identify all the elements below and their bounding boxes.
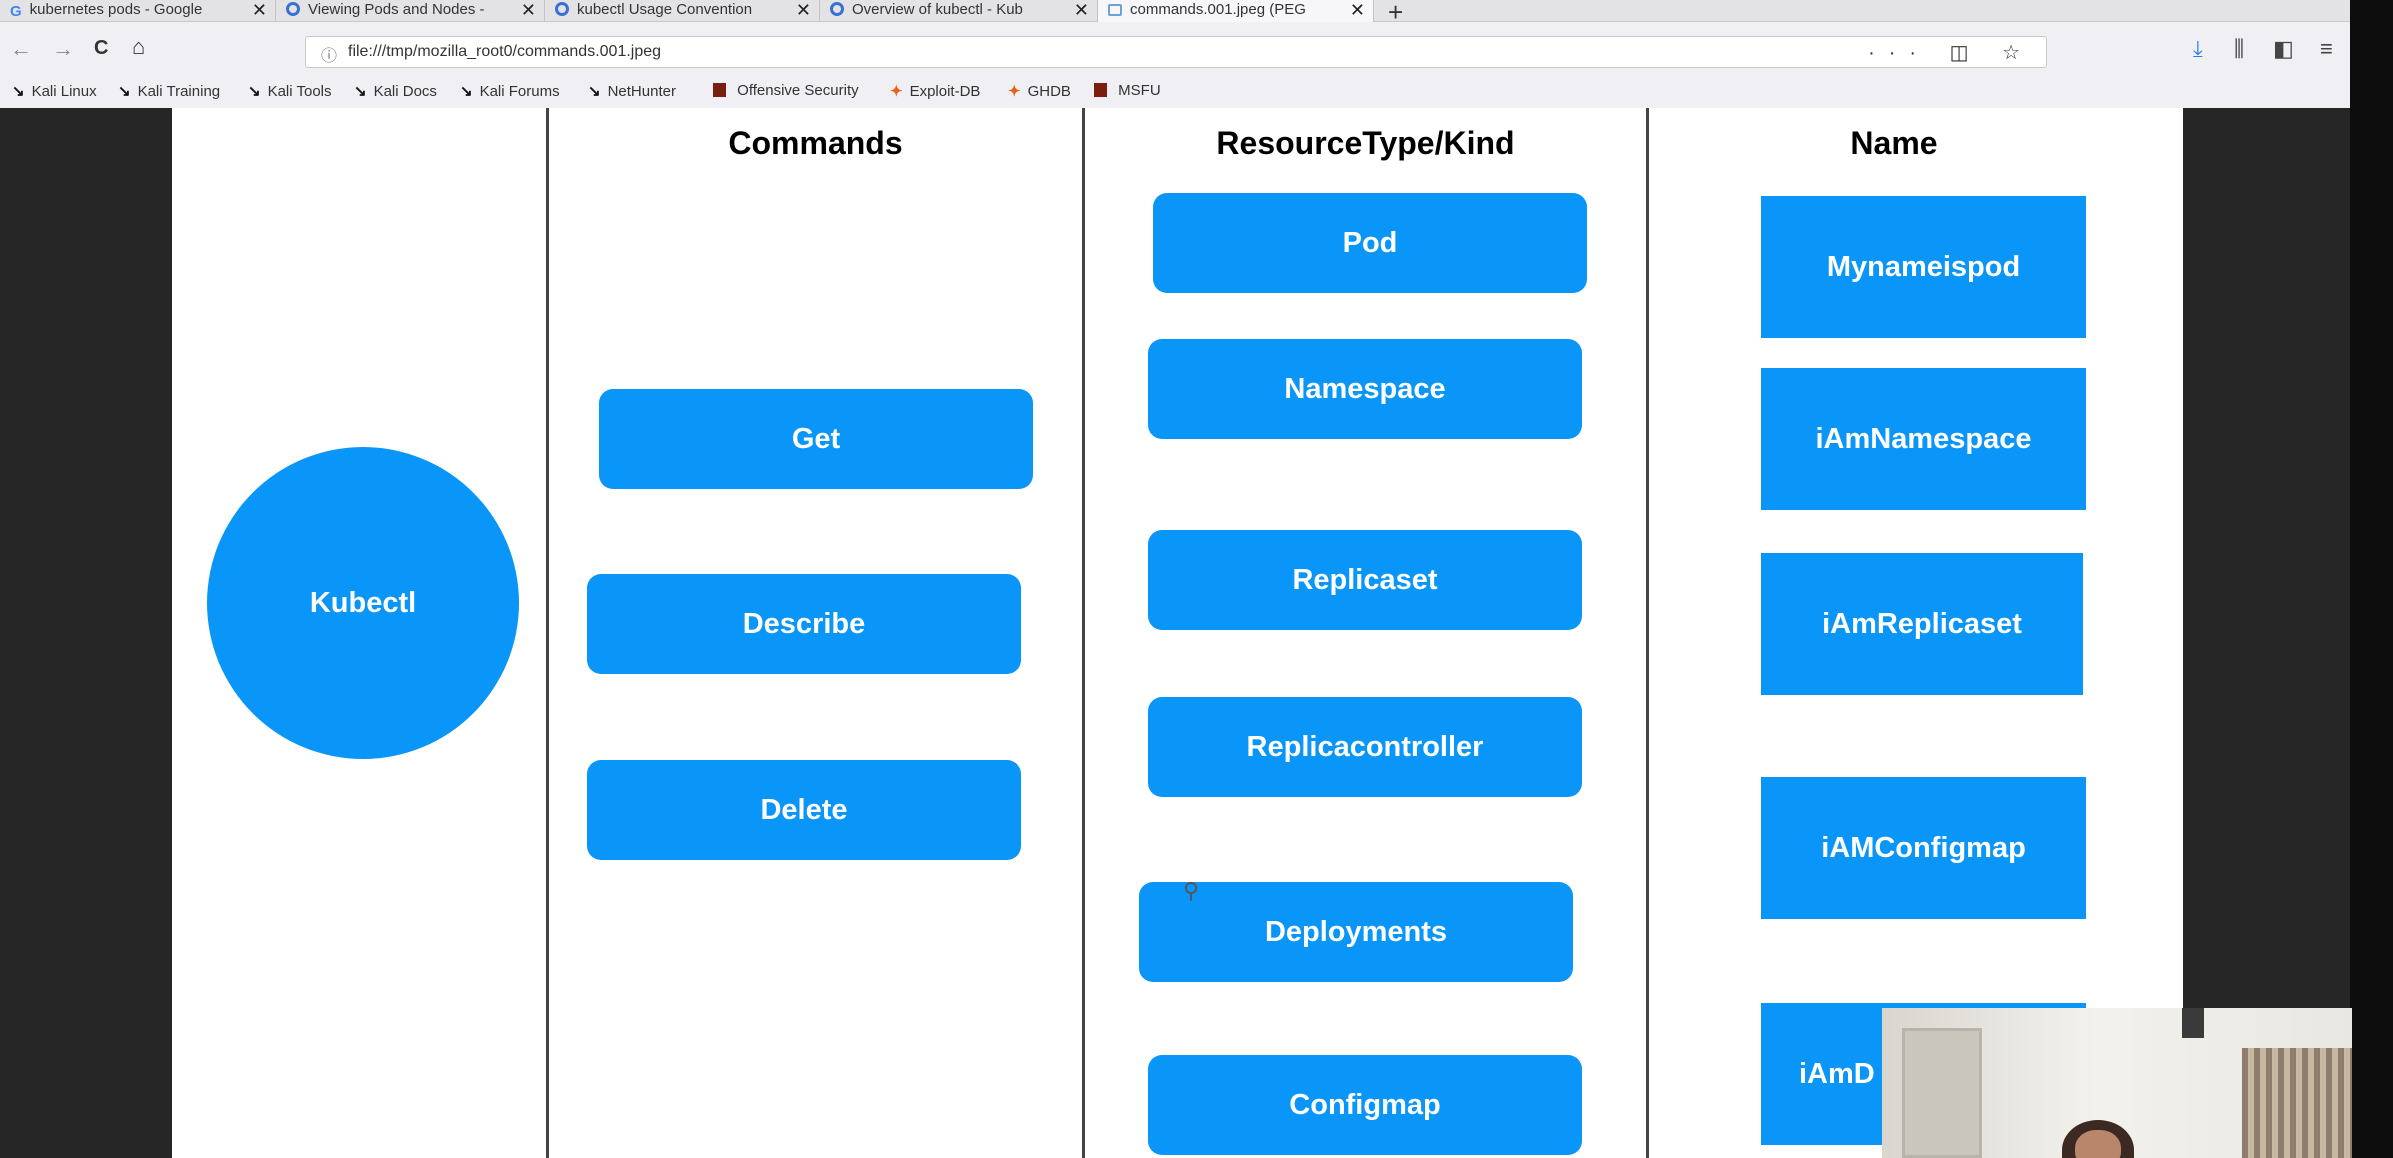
bookmark-nethunter[interactable]: ↘ NetHunter — [588, 82, 676, 100]
info-icon[interactable]: ⓘ — [321, 42, 337, 66]
webcam-ceiling-fan — [2182, 1008, 2204, 1038]
resource-type-header: ResourceType/Kind — [1216, 125, 1515, 161]
bookmark-kali-docs[interactable]: ↘ Kali Docs — [354, 82, 437, 100]
tab-kubectl-usage[interactable]: kubectl Usage Convention ✕ — [545, 0, 820, 22]
sidebar-icon[interactable]: ◧ — [2273, 36, 2294, 62]
menu-icon[interactable]: ≡ — [2320, 36, 2333, 62]
bookmark-kali-linux[interactable]: ↘ Kali Linux — [12, 82, 97, 100]
command-delete: Delete — [587, 760, 1021, 860]
webcam-overlay — [1882, 1008, 2352, 1158]
resource-configmap: Configmap — [1148, 1055, 1582, 1155]
close-icon[interactable]: ✕ — [521, 0, 536, 20]
tab-kubernetes-pods[interactable]: Gkubernetes pods - Google ✕ — [0, 0, 276, 22]
resource-pod: Pod — [1153, 193, 1587, 293]
reload-button[interactable]: C — [94, 37, 108, 60]
tab-viewing-pods[interactable]: Viewing Pods and Nodes - ✕ — [276, 0, 545, 22]
kali-dragon-icon: ↘ — [588, 83, 601, 100]
home-button[interactable]: ⌂ — [132, 34, 145, 60]
bookmarks-bar: ↘ Kali Linux ↘ Kali Training ↘ Kali Tools ↘… — [0, 78, 2350, 106]
kubernetes-icon — [830, 2, 844, 16]
download-icon[interactable]: ⤓ — [2193, 36, 2203, 62]
bookmark-ghdb[interactable]: ✦ GHDB — [1008, 82, 1071, 100]
name-iamconfigmap: iAMConfigmap — [1761, 777, 2086, 919]
kubernetes-icon — [286, 2, 300, 16]
exploit-db-icon: ✦ — [890, 83, 903, 100]
bookmark-offensive-security[interactable]: Offensive Security — [713, 82, 859, 99]
kali-dragon-icon: ↘ — [460, 83, 473, 100]
resource-replicacontroller: Replicacontroller — [1148, 697, 1582, 797]
page-actions-icons[interactable]: ··· ◫ ☆ — [1868, 40, 2034, 65]
new-tab-button[interactable]: + — [1388, 0, 1403, 28]
kali-dragon-icon: ↘ — [248, 83, 261, 100]
commands-header: Commands — [728, 125, 903, 161]
viewer-background-right — [2183, 108, 2350, 1158]
webcam-person-face — [2075, 1130, 2121, 1158]
url-bar[interactable]: ⓘ file:///tmp/mozilla_root0/commands.001… — [305, 36, 2047, 68]
name-header: Name — [1850, 125, 1938, 161]
kubernetes-icon — [555, 2, 569, 16]
screen-edge — [2350, 0, 2393, 1158]
slide-image: Commands ResourceType/Kind Name Kubectl … — [172, 108, 2183, 1158]
bookmark-kali-tools[interactable]: ↘ Kali Tools — [248, 82, 332, 100]
resource-replicaset: Replicaset — [1148, 530, 1582, 630]
library-icon[interactable]: ⫼ — [2234, 36, 2244, 62]
column-divider — [546, 108, 549, 1158]
bookmark-kali-training[interactable]: ↘ Kali Training — [118, 82, 220, 100]
msfu-icon — [1094, 83, 1107, 97]
kubectl-circle: Kubectl — [207, 447, 519, 759]
cursor-icon: ⚲ — [1183, 878, 1200, 903]
close-icon[interactable]: ✕ — [252, 0, 267, 20]
kali-dragon-icon: ↘ — [354, 83, 367, 100]
name-iamreplicaset: iAmReplicaset — [1761, 553, 2083, 695]
browser-chrome: Gkubernetes pods - Google ✕ Viewing Pods… — [0, 0, 2350, 108]
ghdb-icon: ✦ — [1008, 83, 1021, 100]
column-divider — [1082, 108, 1085, 1158]
webcam-door — [1902, 1028, 1982, 1158]
close-icon[interactable]: ✕ — [1350, 0, 1365, 20]
webcam-window-grill — [2242, 1048, 2352, 1158]
command-describe: Describe — [587, 574, 1021, 674]
close-icon[interactable]: ✕ — [796, 0, 811, 20]
tab-commands-jpeg[interactable]: commands.001.jpeg (PEG ✕ — [1098, 0, 1374, 22]
close-icon[interactable]: ✕ — [1074, 0, 1089, 20]
bookmark-msfu[interactable]: MSFU — [1094, 82, 1161, 99]
column-divider — [1646, 108, 1649, 1158]
image-icon — [1108, 4, 1122, 16]
offsec-icon — [713, 83, 726, 97]
name-mynameispod: Mynameispod — [1761, 196, 2086, 338]
command-get: Get — [599, 389, 1033, 489]
kali-dragon-icon: ↘ — [118, 83, 131, 100]
url-text[interactable]: file:///tmp/mozilla_root0/commands.001.j… — [348, 43, 661, 61]
forward-button[interactable]: → — [52, 36, 74, 62]
bookmark-exploit-db[interactable]: ✦ Exploit-DB — [890, 82, 980, 100]
resource-namespace: Namespace — [1148, 339, 1582, 439]
kali-dragon-icon: ↘ — [12, 83, 25, 100]
resource-deployments: Deployments — [1139, 882, 1573, 982]
name-iamnamespace: iAmNamespace — [1761, 368, 2086, 510]
google-icon: G — [10, 3, 22, 20]
bookmark-kali-forums[interactable]: ↘ Kali Forums — [460, 82, 560, 100]
tab-overview-kubectl[interactable]: Overview of kubectl - Kub ✕ — [820, 0, 1098, 22]
viewer-background-left — [0, 108, 172, 1158]
back-button[interactable]: ← — [10, 36, 32, 62]
tab-bar: Gkubernetes pods - Google ✕ Viewing Pods… — [0, 0, 2350, 27]
